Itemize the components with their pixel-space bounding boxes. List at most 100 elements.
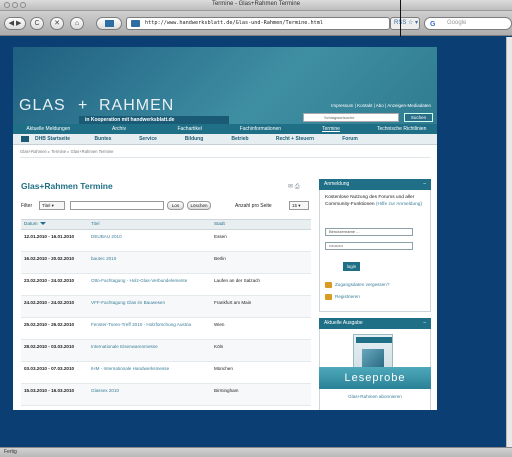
filter-row: Filter Titel ▾ Los Löschen Anzahl pro Se… (21, 200, 311, 212)
forward-icon[interactable]: ▶ (16, 20, 21, 27)
logo-plus: + (78, 97, 88, 114)
cell-date: 28.02.2010 - 03.03.2010 (24, 344, 75, 349)
login-box-header: Anmeldung – (319, 179, 431, 190)
table-body: 12.01.2010 - 16.01.2010 DEUBAU 2010 Essen 1… (21, 230, 311, 410)
cell-title-link[interactable]: Glassex 2010 (88, 384, 211, 405)
collapse-icon[interactable]: – (423, 318, 426, 329)
register-label: Registrieren (335, 294, 360, 299)
browser-search-placeholder: Google (447, 20, 467, 26)
cell-date: 15.03.2010 - 16.03.2010 (24, 388, 75, 393)
login-button[interactable]: login (343, 262, 360, 271)
subnav-dhb-startseite[interactable]: DHB Startseite (35, 136, 81, 142)
email-print-icons[interactable]: ✉ ⎙ (288, 183, 300, 191)
cell-title-link[interactable]: IHM - Internationale Handwerksmesse (88, 362, 211, 383)
header-stadt[interactable]: Stadt (211, 220, 311, 229)
subnav-betrieb[interactable]: Betrieb (217, 136, 263, 142)
filter-field-value: Titel (42, 203, 51, 208)
forgot-label: Zugangsdaten vergessen? (335, 282, 390, 287)
register-link[interactable]: Registrieren (325, 293, 360, 300)
table-row: 23.02.2010 - 24.02.2010 Otto-Fachtagung -… (21, 274, 311, 296)
login-box-title: Anmeldung (324, 181, 350, 187)
address-bar[interactable]: http://www.handwerksblatt.de/Glas-und-Ra… (126, 17, 390, 30)
page-favicon-icon (131, 20, 140, 27)
password-input[interactable]: •••••••••• (325, 242, 413, 250)
nav-archiv[interactable]: Archiv (84, 124, 155, 134)
filter-text-input[interactable] (70, 201, 164, 210)
nav-termine[interactable]: Termine (296, 124, 367, 134)
breadcrumb-glas-rahmen[interactable]: Glas+Rahmen (20, 149, 47, 154)
header-titel[interactable]: Titel (88, 220, 211, 229)
nav-fachartikel[interactable]: Fachartikel (154, 124, 225, 134)
sort-descending-icon (39, 222, 46, 226)
subnav-forum[interactable]: Forum (327, 136, 373, 142)
breadcrumb-termine[interactable]: Termine (51, 149, 66, 154)
cell-city: Berlin (214, 256, 226, 261)
dhb-logo-icon (21, 136, 29, 142)
breadcrumb-current: Glas+Rahmen Termine (70, 149, 114, 154)
table-row: 28.02.2010 - 03.03.2010 Internationale Ei… (21, 340, 311, 362)
nav-technische-richtlinien[interactable]: Technische Richtlinien (366, 124, 437, 134)
per-page-value: 15 (292, 203, 298, 208)
subscribe-link[interactable]: Glas+Rahmen abonnieren (320, 394, 430, 399)
cell-date: 12.01.2010 - 16.01.2010 (24, 234, 75, 239)
top-links[interactable]: Impressum | Kontakt | Abo | Anzeigen-Med… (331, 103, 431, 108)
cursor-pointer-line (400, 0, 401, 37)
filter-field-select[interactable]: Titel ▾ (39, 201, 65, 210)
reload-button[interactable]: C (30, 17, 44, 30)
back-forward-buttons[interactable]: ◀ ▶ (4, 17, 26, 30)
issue-box-title: Aktuelle Ausgabe (324, 320, 363, 326)
cell-city: Frankfurt am Main (214, 300, 252, 305)
site-info-button[interactable] (96, 17, 122, 30)
cell-title-link[interactable]: VFF-Fachtagung Glas im Bauwesen (88, 296, 211, 317)
sub-navigation: DHB Startseite Buntes Service Bildung Be… (13, 134, 437, 145)
per-page-label: Anzahl pro Seite (235, 203, 272, 209)
cell-date: 03.03.2010 - 07.03.2010 (24, 366, 75, 371)
rss-bookmark-button[interactable]: RSS ☆ ▾ (390, 17, 420, 30)
home-icon: ⌂ (74, 20, 80, 27)
loeschen-button[interactable]: Löschen (187, 201, 211, 210)
cell-title-link[interactable]: Otto-Fachtagung - Holz-Glas-Verbundeleme… (88, 274, 211, 295)
website-container: GLAS + RAHMEN in Kooperation mit handwer… (13, 47, 437, 410)
cell-city: Nürnberg (211, 406, 311, 410)
per-page-select[interactable]: 15 ▾ (289, 201, 309, 210)
breadcrumb: Glas+Rahmen ▸ Termine ▸ Glas+Rahmen Term… (20, 149, 113, 154)
back-icon[interactable]: ◀ (9, 20, 14, 27)
cell-title-link[interactable]: bautec 2010 (88, 252, 211, 273)
browser-search-input[interactable]: G Google (424, 17, 512, 30)
magazine-masthead (356, 337, 392, 343)
logo-glas[interactable]: GLAS (19, 97, 66, 115)
forgot-credentials-link[interactable]: Zugangsdaten vergessen? (325, 281, 389, 288)
subnav-buntes[interactable]: Buntes (81, 136, 125, 142)
los-button[interactable]: Los (167, 201, 184, 210)
cell-title-link[interactable]: fensterbau/frontale (88, 406, 211, 410)
nav-fachinformationen[interactable]: Fachinformationen (225, 124, 296, 134)
page-scrollbar[interactable] (506, 37, 512, 447)
logo-rahmen[interactable]: RAHMEN (99, 97, 174, 115)
cell-city: Birmingham (214, 388, 239, 393)
username-input[interactable]: Benutzername ... (325, 228, 413, 236)
home-button[interactable]: ⌂ (70, 17, 84, 30)
cell-city: München (214, 366, 233, 371)
cell-title-link[interactable]: Internationale Eisenwarenmesse (88, 340, 211, 361)
stop-button[interactable]: ✕ (50, 17, 64, 30)
nav-aktuelle-meldungen[interactable]: Aktuelle Meldungen (13, 124, 84, 134)
leseprobe-button[interactable]: Leseprobe (319, 367, 431, 389)
site-banner: GLAS + RAHMEN in Kooperation mit handwer… (13, 47, 437, 124)
window-titlebar: Termine - Glas+Rahmen Termine (0, 0, 512, 11)
cell-title-link[interactable]: DEUBAU 2010 (88, 230, 211, 251)
login-help-link[interactable]: (Hilfe zur Anmeldung) (376, 202, 422, 207)
cooperation-banner[interactable]: in Kooperation mit handwerksblatt.de (79, 116, 229, 124)
subnav-service[interactable]: Service (125, 136, 171, 142)
main-navigation: Aktuelle Meldungen Archiv Fachartikel Fa… (13, 124, 437, 134)
issue-box-header: Aktuelle Ausgabe – (319, 318, 431, 329)
current-issue-box: Aktuelle Ausgabe – Glas+Rahmen abonnieren (319, 318, 431, 410)
subnav-bildung[interactable]: Bildung (171, 136, 217, 142)
cell-title-link[interactable]: Fenster-Türen-Treff 2010 - Holzforschung… (88, 318, 211, 339)
collapse-icon[interactable]: – (423, 179, 426, 190)
page-title: Glas+Rahmen Termine (21, 181, 113, 191)
site-search-button[interactable]: Suchen (404, 113, 433, 122)
subnav-recht-steuern[interactable]: Recht + Steuern (263, 136, 327, 142)
header-datum[interactable]: Datum (21, 220, 88, 229)
table-row: 03.03.2010 - 07.03.2010 IHM - Internation… (21, 362, 311, 384)
site-search-input[interactable]: Schlagwortsuche (303, 113, 399, 122)
